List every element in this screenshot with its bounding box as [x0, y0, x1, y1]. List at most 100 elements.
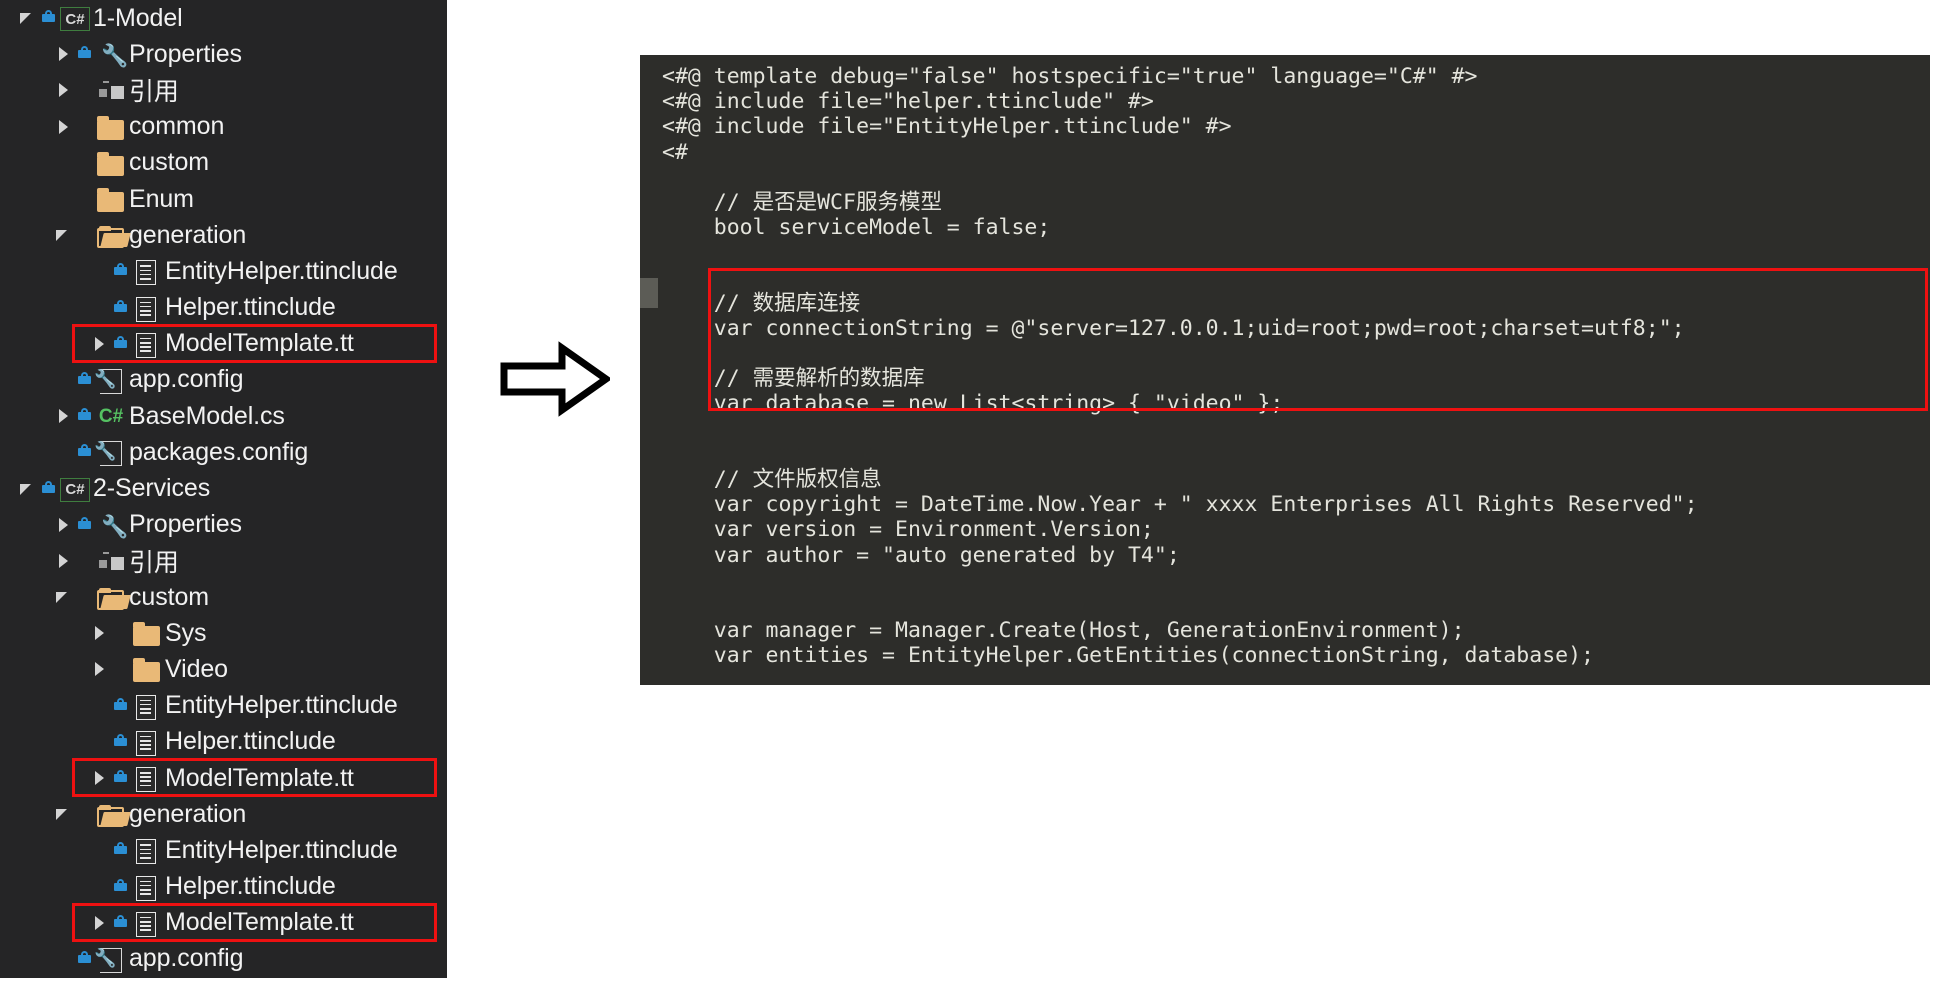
tree-item-label: common	[129, 112, 225, 141]
tree-item-label: ModelTemplate.tt	[165, 763, 354, 792]
tree-item[interactable]: Enum	[0, 181, 447, 217]
tree-item-label: ModelTemplate.tt	[165, 329, 354, 358]
chevron-down-icon[interactable]	[18, 0, 40, 36]
project-tree[interactable]: C# 1-Model 🔧 Properties 引用 common custom Enum ge…	[0, 0, 447, 977]
tree-item-label: Helper.ttinclude	[165, 293, 336, 322]
tree-item[interactable]: Helper.ttinclude	[0, 724, 447, 760]
tree-item-label: Properties	[129, 510, 242, 539]
document-icon	[132, 329, 158, 359]
tree-item[interactable]: 🔧 app.config	[0, 941, 447, 977]
chevron-right-icon[interactable]	[54, 543, 76, 579]
tree-item[interactable]: 🔧 packages.config	[0, 434, 447, 470]
tree-item[interactable]: custom	[0, 145, 447, 181]
lock-icon	[76, 944, 96, 974]
lock-spacer	[76, 799, 96, 829]
lock-spacer	[76, 546, 96, 576]
tree-item[interactable]: Helper.ttinclude	[0, 290, 447, 326]
lock-icon	[76, 437, 96, 467]
tree-item[interactable]: custom	[0, 579, 447, 615]
code-line: <#@ include file="EntityHelper.ttinclude…	[662, 114, 1232, 140]
lock-icon	[76, 39, 96, 69]
tree-item[interactable]: 🔧 app.config	[0, 362, 447, 398]
tree-item[interactable]: 🔧 Properties	[0, 507, 447, 543]
code-line: var version = Environment.Version;	[662, 517, 1154, 543]
chevron-down-icon[interactable]	[54, 796, 76, 832]
csharp-file-icon: C#	[98, 406, 124, 428]
tree-item[interactable]: Sys	[0, 615, 447, 651]
tree-item-label: EntityHelper.ttinclude	[165, 691, 398, 720]
tree-item-label: Properties	[129, 39, 242, 68]
tree-item[interactable]: C# 2-Services	[0, 470, 447, 506]
csharp-project-icon: C#	[60, 474, 90, 504]
tree-item[interactable]: EntityHelper.ttinclude	[0, 688, 447, 724]
chevron-right-icon[interactable]	[54, 507, 76, 543]
tree-item-label: generation	[129, 799, 247, 828]
tree-item-label: app.config	[129, 944, 244, 973]
tree-item-label: ModelTemplate.tt	[165, 908, 354, 937]
code-editor-panel[interactable]: <#@ template debug="false" hostspecific=…	[640, 55, 1930, 685]
chevron-right-icon[interactable]	[54, 36, 76, 72]
code-content[interactable]: <#@ template debug="false" hostspecific=…	[662, 64, 1698, 685]
chevron-right-icon[interactable]	[54, 398, 76, 434]
tree-item[interactable]: 引用	[0, 543, 447, 579]
tree-item[interactable]: ModelTemplate.tt	[0, 905, 447, 941]
lock-spacer	[112, 618, 132, 648]
tree-item[interactable]: ModelTemplate.tt	[0, 326, 447, 362]
chevron-down-icon[interactable]	[18, 471, 40, 507]
document-icon	[132, 872, 158, 902]
tree-item[interactable]: Helper.ttinclude	[0, 869, 447, 905]
tree-item-label: EntityHelper.ttinclude	[165, 256, 398, 285]
tree-item[interactable]: C# BaseModel.cs	[0, 398, 447, 434]
tree-item-label: custom	[129, 148, 209, 177]
tree-item[interactable]: C# 1-Model	[0, 0, 447, 36]
chevron-down-icon[interactable]	[54, 217, 76, 253]
tree-item-label: 引用	[129, 78, 179, 107]
chevron-right-icon[interactable]	[90, 326, 112, 362]
lock-icon	[112, 293, 132, 323]
tree-item[interactable]: EntityHelper.ttinclude	[0, 253, 447, 289]
tree-item[interactable]: 引用	[0, 72, 447, 108]
lock-icon	[76, 510, 96, 540]
tree-item[interactable]: common	[0, 109, 447, 145]
lock-icon	[112, 691, 132, 721]
chevron-right-icon[interactable]	[54, 109, 76, 145]
lock-spacer	[76, 220, 96, 250]
tree-item[interactable]: generation	[0, 217, 447, 253]
tree-item[interactable]: EntityHelper.ttinclude	[0, 832, 447, 868]
references-icon	[96, 75, 124, 105]
chevron-right-icon[interactable]	[90, 651, 112, 687]
references-icon	[96, 546, 124, 576]
chevron-right-icon[interactable]	[90, 905, 112, 941]
tree-item-label: Enum	[129, 184, 194, 213]
tree-item-label: custom	[129, 582, 209, 611]
folder-icon	[96, 112, 124, 142]
chevron-right-icon[interactable]	[90, 760, 112, 796]
chevron-down-icon[interactable]	[54, 579, 76, 615]
code-line: <#@ template debug="false" hostspecific=…	[662, 64, 1478, 89]
chevron-right-icon[interactable]	[54, 72, 76, 108]
editor-gutter	[640, 55, 658, 685]
code-line: // 文件版权信息	[662, 467, 882, 492]
tree-item[interactable]: 🔧 Properties	[0, 36, 447, 72]
tree-item[interactable]: ModelTemplate.tt	[0, 760, 447, 796]
code-line: var entities = EntityHelper.GetEntities(…	[662, 643, 1594, 669]
chevron-right-icon[interactable]	[90, 615, 112, 651]
lock-icon	[76, 365, 96, 395]
tree-item[interactable]: generation	[0, 796, 447, 832]
lock-spacer	[76, 148, 96, 178]
tree-item-label: BaseModel.cs	[129, 401, 285, 430]
solution-explorer-panel[interactable]: C# 1-Model 🔧 Properties 引用 common custom Enum ge…	[0, 0, 447, 978]
tree-item[interactable]: Video	[0, 651, 447, 687]
